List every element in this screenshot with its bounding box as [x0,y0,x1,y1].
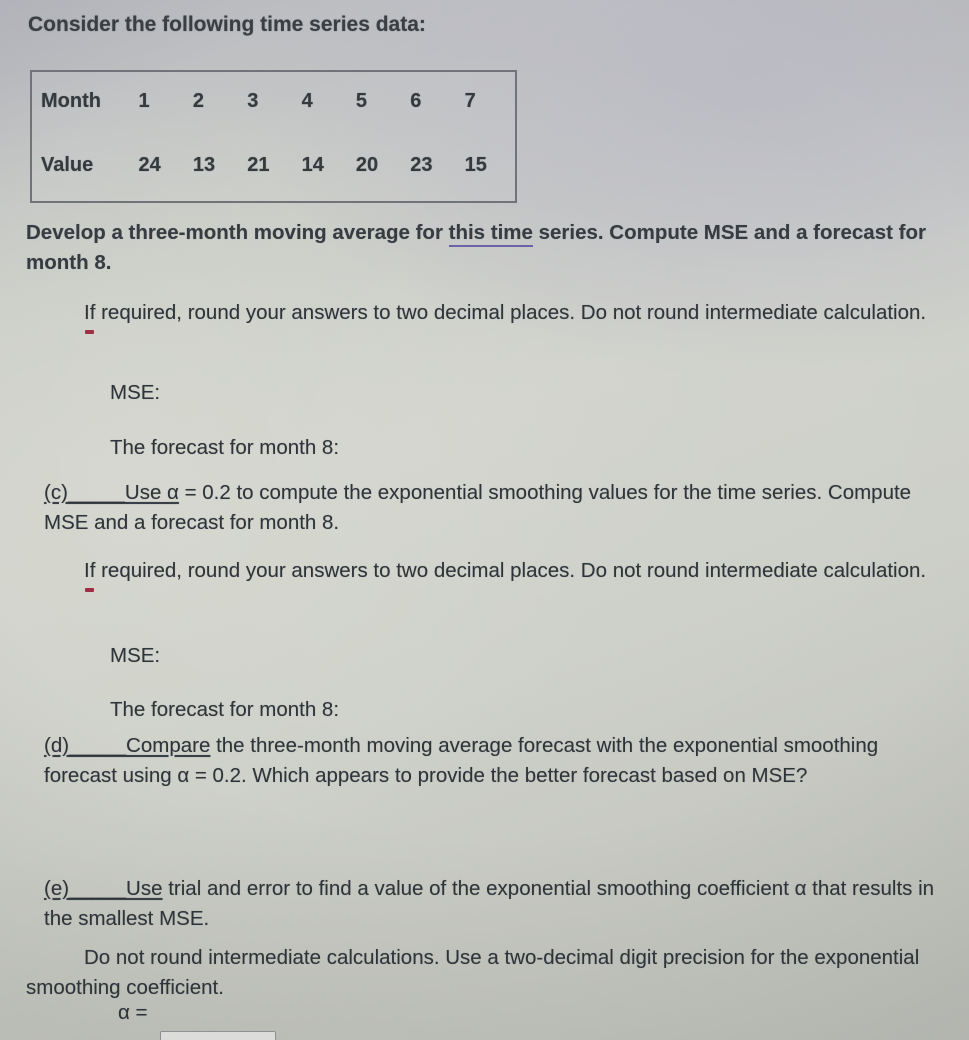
table-cell-month-1: 1 [138,89,150,112]
part-b-note-text: f required, round your answers to two de… [89,301,927,324]
table-cell-value-6: 23 [410,154,433,177]
part-b-text-lead: Develop a three-month moving average for [26,221,449,244]
part-c-rounding-note: If required, round your answers to two d… [26,556,936,592]
part-e-text: trial and error to find a value of the e… [44,877,935,930]
intro-text: Consider the following time series data: [28,13,426,36]
table-cell-value-4: 14 [301,154,324,177]
table-cell-month-2: 2 [192,89,205,112]
table-cell-month-7: 7 [464,89,476,112]
table-cell-value-2: 13 [192,154,216,177]
part-e-rounding-note: Do not round intermediate calculations. … [26,943,926,1003]
document-page: Consider the following time series data:… [0,0,969,1040]
part-c-note-text: f required, round your answers to two de… [89,559,927,582]
part-b-grammar-flagged-text: this time [448,221,533,247]
table-rowlabel-value: Value [41,154,94,177]
part-c-note-spell-mark: I [84,556,94,592]
table-cell-value-7: 15 [464,154,487,177]
alpha-answer-label: α = [118,1001,148,1024]
table-cell-value-3: 21 [247,154,270,177]
part-e-question: (e)_____Use trial and error to find a va… [44,874,944,934]
part-d-question: (d)_____Compare the three-month moving a… [44,731,944,791]
table-cell-month-5: 5 [355,89,368,112]
part-b-question: Develop a three-month moving average for… [26,218,956,278]
part-c-label: (c)_____Use α [44,481,179,504]
table-cell-month-4: 4 [301,89,313,112]
part-b-rounding-note: If required, round your answers to two d… [26,298,956,334]
table-cell-month-6: 6 [410,89,422,112]
table-row-month: Month 1 2 3 4 5 6 7 [32,72,515,130]
part-b-mse-label: MSE: [110,381,161,404]
part-b-note-spell-mark: I [84,298,94,334]
table-cell-month-3: 3 [247,89,259,112]
table-rowlabel-month: Month [41,89,101,112]
alpha-answer-input[interactable] [160,1031,276,1040]
table-cell-value-5: 20 [355,154,379,177]
part-c-forecast-label: The forecast for month 8: [110,698,340,721]
part-e-note-text: Do not round intermediate calculations. … [26,946,920,999]
part-c-mse-label: MSE: [110,644,161,667]
part-e-label: (e)_____Use [44,877,163,900]
table-row-value: Value 24 13 21 14 20 23 15 [32,130,515,201]
part-b-forecast-label: The forecast for month 8: [110,436,340,459]
table-cell-value-1: 24 [138,154,161,177]
time-series-table: Month 1 2 3 4 5 6 7 Value 24 13 21 14 20… [30,70,517,203]
part-c-question: (c)_____Use α = 0.2 to compute the expon… [44,478,954,538]
part-d-label: (d)_____Compare [44,734,211,757]
